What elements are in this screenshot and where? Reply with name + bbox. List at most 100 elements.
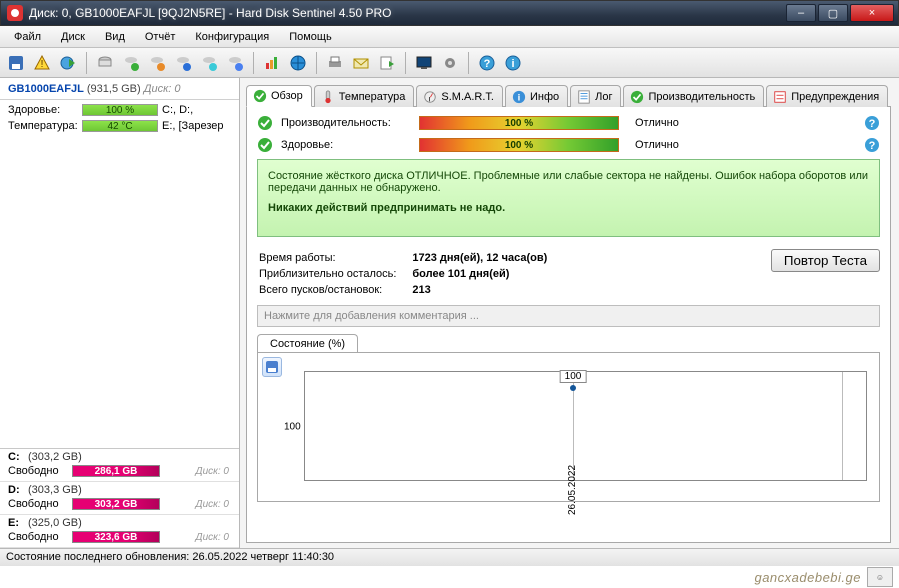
svg-text:?: ?	[869, 118, 876, 130]
globe-send-icon[interactable]	[56, 51, 80, 75]
gear-icon[interactable]	[438, 51, 462, 75]
drive-block-c[interactable]: C:(303,2 GB) Свободно286,1 GBДиск: 0	[0, 449, 239, 482]
info-icon[interactable]: i	[501, 51, 525, 75]
disk-cyan-icon[interactable]	[197, 51, 221, 75]
health-drives: C:, D:,	[162, 104, 193, 116]
comment-input[interactable]: Нажмите для добавления комментария ...	[257, 305, 880, 327]
temp-drives: E:, [Зарезер	[162, 120, 223, 132]
status-bar: Состояние последнего обновления: 26.05.2…	[0, 548, 899, 566]
menu-view[interactable]: Вид	[95, 29, 135, 45]
help-icon[interactable]: ?	[475, 51, 499, 75]
chart-ytick: 100	[284, 422, 301, 433]
disk-number: Диск: 0	[144, 83, 181, 95]
menu-config[interactable]: Конфигурация	[185, 29, 279, 45]
toolbar-separator	[86, 52, 87, 74]
watermark-bar: gancxadebebi.ge ☺	[0, 566, 899, 588]
temp-bar: 42 °C	[82, 120, 158, 132]
export-icon[interactable]	[375, 51, 399, 75]
window-title: Диск: 0, GB1000EAFJL [9QJ2N5RE] - Hard D…	[29, 6, 784, 20]
tab-overview[interactable]: Обзор	[246, 85, 312, 107]
check-icon	[253, 89, 267, 103]
toolbar-separator	[316, 52, 317, 74]
window-maximize-button[interactable]: ▢	[818, 4, 848, 22]
check-icon	[257, 137, 273, 153]
bars-icon[interactable]	[260, 51, 284, 75]
help-icon[interactable]: ?	[864, 137, 880, 153]
save-icon[interactable]	[4, 51, 28, 75]
chart-box: 100 100 26.05.2022	[257, 352, 880, 502]
toolbar: ! ? i	[0, 48, 899, 78]
drives-list: C:(303,2 GB) Свободно286,1 GBДиск: 0 D:(…	[0, 448, 239, 548]
check-icon	[257, 115, 273, 131]
menu-disk[interactable]: Диск	[51, 29, 95, 45]
menu-bar: Файл Диск Вид Отчёт Конфигурация Помощь	[0, 26, 899, 48]
temp-label: Температура:	[8, 120, 78, 132]
smart-icon	[423, 90, 437, 104]
health-rating: Отлично	[635, 139, 679, 151]
content-area: Обзор Температура S.M.A.R.T. i Инфо Лог …	[240, 78, 899, 548]
window-minimize-button[interactable]: –	[786, 4, 816, 22]
drive-block-e[interactable]: E:(325,0 GB) Свободно323,6 GBДиск: 0	[0, 515, 239, 548]
free-bar: 323,6 GB	[72, 531, 160, 543]
chart-xtick: 26.05.2022	[567, 465, 578, 515]
mail-icon[interactable]	[349, 51, 373, 75]
repeat-test-button[interactable]: Повтор Теста	[771, 249, 880, 272]
help-icon[interactable]: ?	[864, 115, 880, 131]
svg-text:i: i	[511, 58, 514, 70]
printer-icon[interactable]	[323, 51, 347, 75]
menu-help[interactable]: Помощь	[279, 29, 342, 45]
chart-tab-state[interactable]: Состояние (%)	[257, 334, 358, 353]
menu-file[interactable]: Файл	[4, 29, 51, 45]
perf-rating: Отлично	[635, 117, 679, 129]
window-close-button[interactable]: ×	[850, 4, 894, 22]
perf-label: Производительность:	[281, 117, 411, 129]
save-chart-button[interactable]	[262, 357, 282, 377]
info-table: Время работы:1723 дня(ей), 12 часа(ов) П…	[257, 249, 563, 299]
free-bar: 303,2 GB	[72, 498, 160, 510]
disk-size: (931,5 GB)	[87, 83, 141, 95]
status-text: Состояние последнего обновления: 26.05.2…	[6, 551, 334, 563]
warning-icon[interactable]: !	[30, 51, 54, 75]
status-text: Состояние жёсткого диска ОТЛИЧНОЕ. Пробл…	[268, 170, 869, 194]
screen-icon[interactable]	[412, 51, 436, 75]
chart-point-label: 100	[560, 370, 587, 383]
info-tab-icon: i	[512, 90, 526, 104]
tab-warnings[interactable]: Предупреждения	[766, 85, 888, 107]
drive-block-d[interactable]: D:(303,3 GB) Свободно303,2 GBДиск: 0	[0, 482, 239, 515]
tab-info[interactable]: i Инфо	[505, 85, 568, 107]
toolbar-separator	[253, 52, 254, 74]
toolbar-separator	[468, 52, 469, 74]
warn-icon	[773, 90, 787, 104]
disk-blue2-icon[interactable]	[223, 51, 247, 75]
sidebar: GB1000EAFJL (931,5 GB) Диск: 0 Здоровье:…	[0, 78, 240, 548]
disk-blue-icon[interactable]	[171, 51, 195, 75]
svg-text:?: ?	[484, 58, 491, 70]
svg-text:!: !	[41, 59, 44, 70]
status-action: Никаких действий предпринимать не надо.	[268, 202, 869, 214]
disk-scan-icon[interactable]	[93, 51, 117, 75]
watermark-logo: ☺	[867, 567, 893, 587]
health-label: Здоровье:	[8, 104, 78, 116]
disk-header[interactable]: GB1000EAFJL (931,5 GB) Диск: 0	[0, 78, 239, 100]
disk-green-icon[interactable]	[119, 51, 143, 75]
tab-smart[interactable]: S.M.A.R.T.	[416, 85, 503, 107]
disk-orange-icon[interactable]	[145, 51, 169, 75]
globe-icon[interactable]	[286, 51, 310, 75]
chart-point	[570, 385, 576, 391]
status-box: Состояние жёсткого диска ОТЛИЧНОЕ. Пробл…	[257, 159, 880, 237]
menu-report[interactable]: Отчёт	[135, 29, 185, 45]
overview-panel: Производительность: 100 % Отлично ? Здор…	[246, 107, 891, 543]
health-label: Здоровье:	[281, 139, 411, 151]
app-icon	[7, 5, 23, 21]
title-bar: Диск: 0, GB1000EAFJL [9QJ2N5RE] - Hard D…	[0, 0, 899, 26]
health-bar: 100 %	[419, 138, 619, 152]
tab-performance[interactable]: Производительность	[623, 85, 764, 107]
health-bar: 100 %	[82, 104, 158, 116]
svg-text:?: ?	[869, 140, 876, 152]
svg-text:i: i	[518, 92, 521, 103]
tab-temperature[interactable]: Температура	[314, 85, 415, 107]
perf-icon	[630, 90, 644, 104]
perf-bar: 100 %	[419, 116, 619, 130]
tab-log[interactable]: Лог	[570, 85, 621, 107]
thermo-icon	[321, 90, 335, 104]
